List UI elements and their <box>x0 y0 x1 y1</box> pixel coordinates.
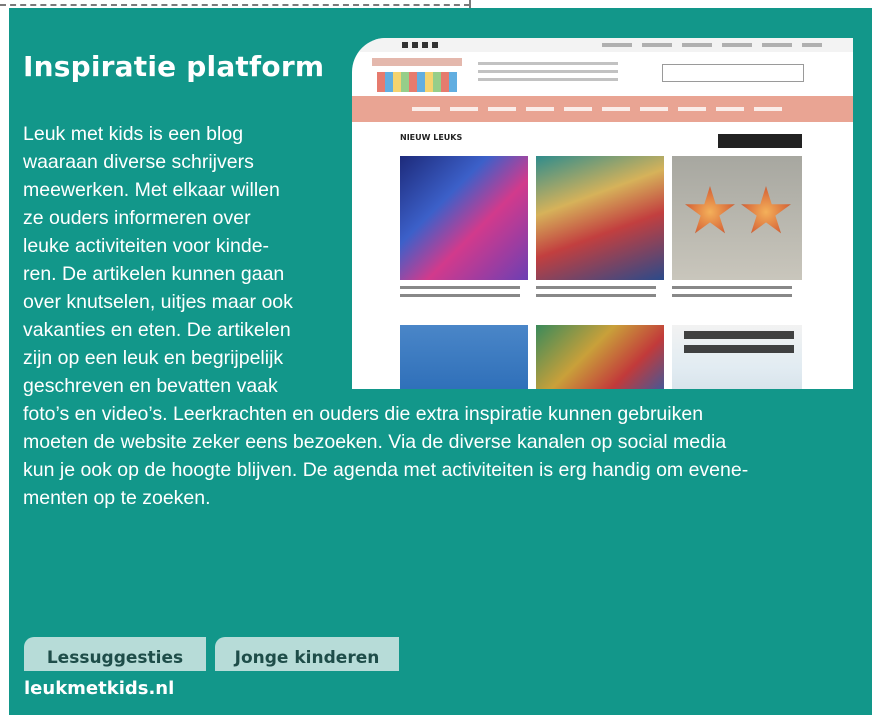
card-title: Inspiratie platform <box>23 50 325 83</box>
body-line: leuke activiteiten voor kinde- <box>23 235 270 257</box>
cut-line-tick <box>469 0 471 8</box>
site-search-box <box>662 64 804 82</box>
info-card: Inspiratie platform NIEUW LEUKS Leuk met… <box>9 8 872 715</box>
site-logo <box>372 58 462 94</box>
site-nav-links <box>412 107 792 111</box>
site-tagline <box>478 62 618 86</box>
website-url[interactable]: leukmetkids.nl <box>24 678 174 699</box>
body-line: foto’s en video’s. Leerkrachten en ouder… <box>23 403 704 425</box>
social-icons <box>402 42 442 48</box>
tag-lessuggesties: Lessuggesties <box>24 637 206 671</box>
body-line: waaraan diverse schrijvers <box>23 151 254 173</box>
body-line: zijn op een leuk en begrijpelijk <box>23 347 284 369</box>
body-line: moeten de website zeker eens bezoeken. V… <box>23 431 727 453</box>
page: Inspiratie platform NIEUW LEUKS Leuk met… <box>0 0 872 715</box>
cut-line <box>0 4 470 6</box>
body-line: over knutselen, uitjes maar ook <box>23 291 293 313</box>
site-nav-bar <box>352 96 853 122</box>
screenshot-top-links <box>602 43 822 47</box>
body-line: Leuk met kids is een blog <box>23 123 244 145</box>
site-logo-figures <box>377 72 457 92</box>
body-line: ren. De artikelen kunnen gaan <box>23 263 285 285</box>
tag-jonge-kinderen: Jonge kinderen <box>215 637 399 671</box>
site-logo-text <box>372 58 462 66</box>
article-body: Leuk met kids is een blog waaraan divers… <box>23 120 843 512</box>
body-line: vakanties en eten. De artikelen <box>23 319 291 341</box>
body-line: meewerken. Met elkaar willen <box>23 179 280 201</box>
body-line: geschreven en bevatten vaak <box>23 375 278 397</box>
body-line: kun je ook op de hoogte blijven. De agen… <box>23 459 749 481</box>
body-line: ze ouders informeren over <box>23 207 251 229</box>
body-line: menten op te zoeken. <box>23 487 211 509</box>
